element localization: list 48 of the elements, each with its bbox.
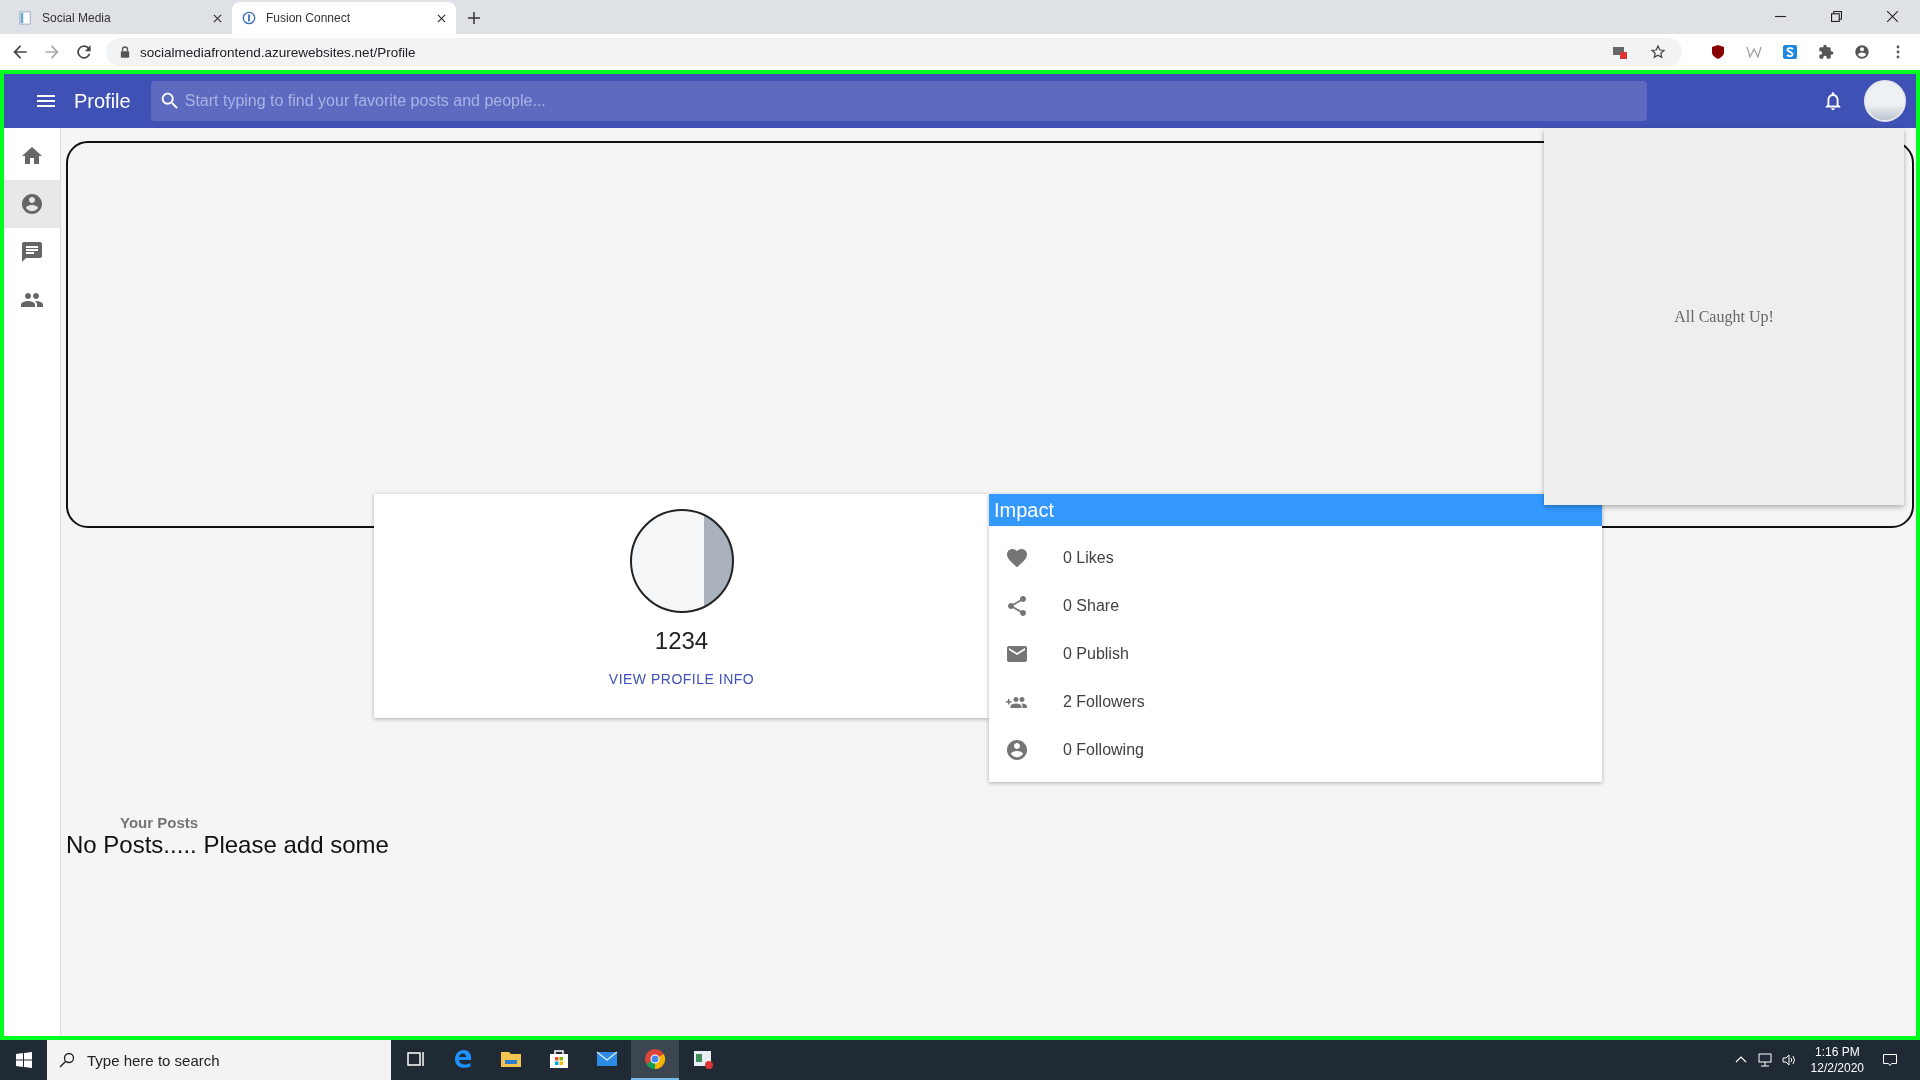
clock-date[interactable]: 12/2/2020 — [1810, 1060, 1864, 1076]
restore-icon[interactable] — [1831, 11, 1842, 22]
empty-message: No Posts..... Please add some — [66, 831, 390, 859]
heart-icon — [1005, 546, 1029, 570]
sidebar-item[interactable] — [4, 180, 60, 228]
star-icon[interactable] — [1650, 44, 1666, 60]
windows-icon[interactable] — [16, 1052, 32, 1068]
notification-center-icon[interactable] — [1882, 1052, 1898, 1068]
profile-name: 1234 — [654, 627, 709, 655]
browser-tab[interactable]: Fusion Connect — [232, 2, 456, 34]
plus-icon[interactable] — [468, 12, 480, 24]
stat-label: 0 Likes — [1063, 549, 1114, 567]
stat-label: 0 Publish — [1063, 645, 1129, 663]
close-icon[interactable] — [437, 13, 446, 23]
taskbar-search-field[interactable]: Type here to search — [47, 1040, 391, 1080]
page-title: Profile — [74, 89, 131, 113]
stat-label: 0 Following — [1063, 741, 1144, 759]
globe-icon — [242, 11, 256, 25]
volume-icon[interactable] — [1780, 1052, 1797, 1068]
close-icon[interactable] — [1887, 11, 1898, 22]
browser-tab[interactable]: Social Media — [8, 2, 232, 34]
network-icon[interactable] — [1756, 1052, 1773, 1068]
shield-icon[interactable] — [1710, 44, 1726, 60]
profile-icon — [1005, 738, 1029, 762]
reload-icon[interactable] — [74, 42, 94, 62]
close-icon[interactable] — [213, 13, 222, 23]
lock-icon — [120, 46, 130, 58]
stat-label: 0 Share — [1063, 597, 1120, 615]
section-heading: Your Posts — [120, 814, 200, 831]
chrome-icon — [643, 1047, 667, 1071]
puzzle-icon[interactable] — [1818, 44, 1834, 60]
shopping-bag-icon — [547, 1047, 571, 1071]
s-extension-icon[interactable] — [1782, 44, 1798, 60]
w-extension-icon[interactable] — [1746, 44, 1762, 60]
impact-header: Impact — [989, 494, 1602, 526]
avatar[interactable] — [1864, 80, 1906, 122]
account-icon[interactable] — [1854, 44, 1870, 60]
view-profile-link[interactable]: VIEW PROFILE INFO — [608, 671, 755, 687]
clock-time[interactable]: 1:16 PM — [1814, 1044, 1860, 1060]
profile-icon — [20, 192, 44, 216]
notification-message: All Caught Up! — [1674, 307, 1774, 326]
address-field[interactable]: socialmediafrontend.azurewebsites.net/Profile — [106, 38, 1682, 66]
stat-label: 2 Followers — [1063, 693, 1145, 711]
cast-icon[interactable] — [1612, 44, 1628, 60]
chat-icon — [20, 240, 44, 264]
share-icon — [1005, 594, 1029, 618]
search-field[interactable]: Start typing to find your favorite posts and people... — [150, 81, 1647, 121]
page-icon — [18, 11, 32, 25]
